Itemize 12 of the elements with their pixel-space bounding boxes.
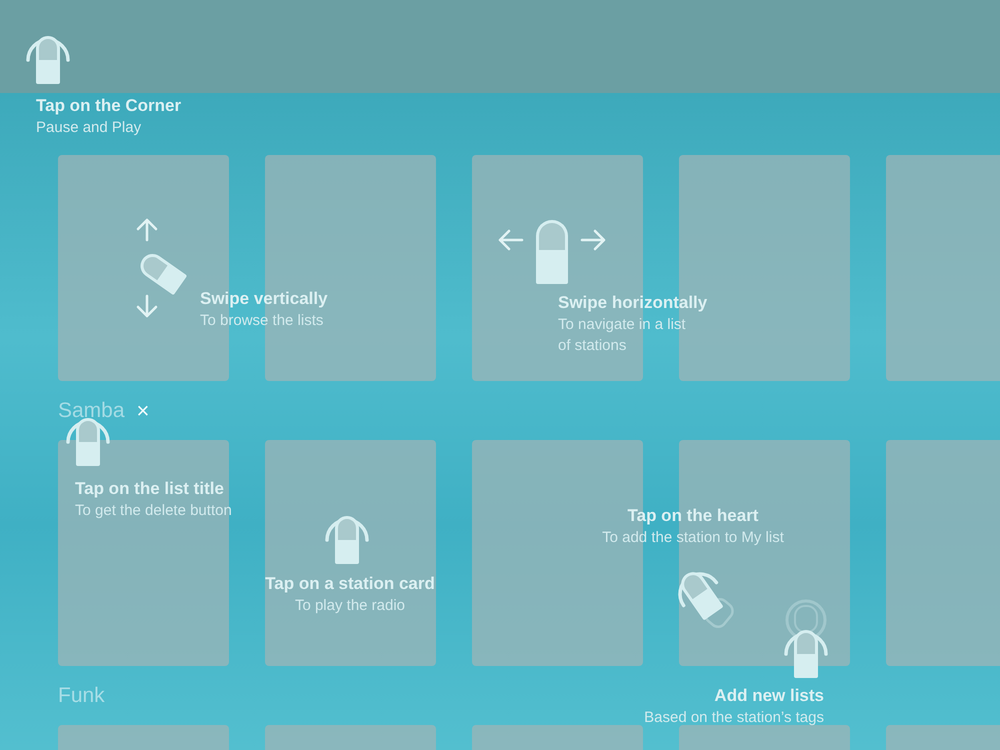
hint-subtitle: Based on the station’s tags	[643, 708, 824, 728]
hint-title: Tap on the list title	[75, 478, 225, 500]
hint-title: Tap on a station card	[264, 573, 436, 595]
delete-button[interactable]: ×	[136, 400, 150, 422]
hint-subtitle: Pause and Play	[36, 118, 142, 138]
hint-title: Tap on the Corner	[36, 95, 182, 117]
hint-subtitle: To navigate in a list of stations	[558, 315, 687, 356]
hint-title: Add new lists	[713, 685, 824, 707]
list-title[interactable]: Samba	[58, 398, 125, 422]
hint-subtitle: To play the radio	[294, 596, 406, 616]
list-title[interactable]: Funk	[58, 684, 105, 708]
hint-subtitle: To browse the lists	[200, 311, 324, 331]
